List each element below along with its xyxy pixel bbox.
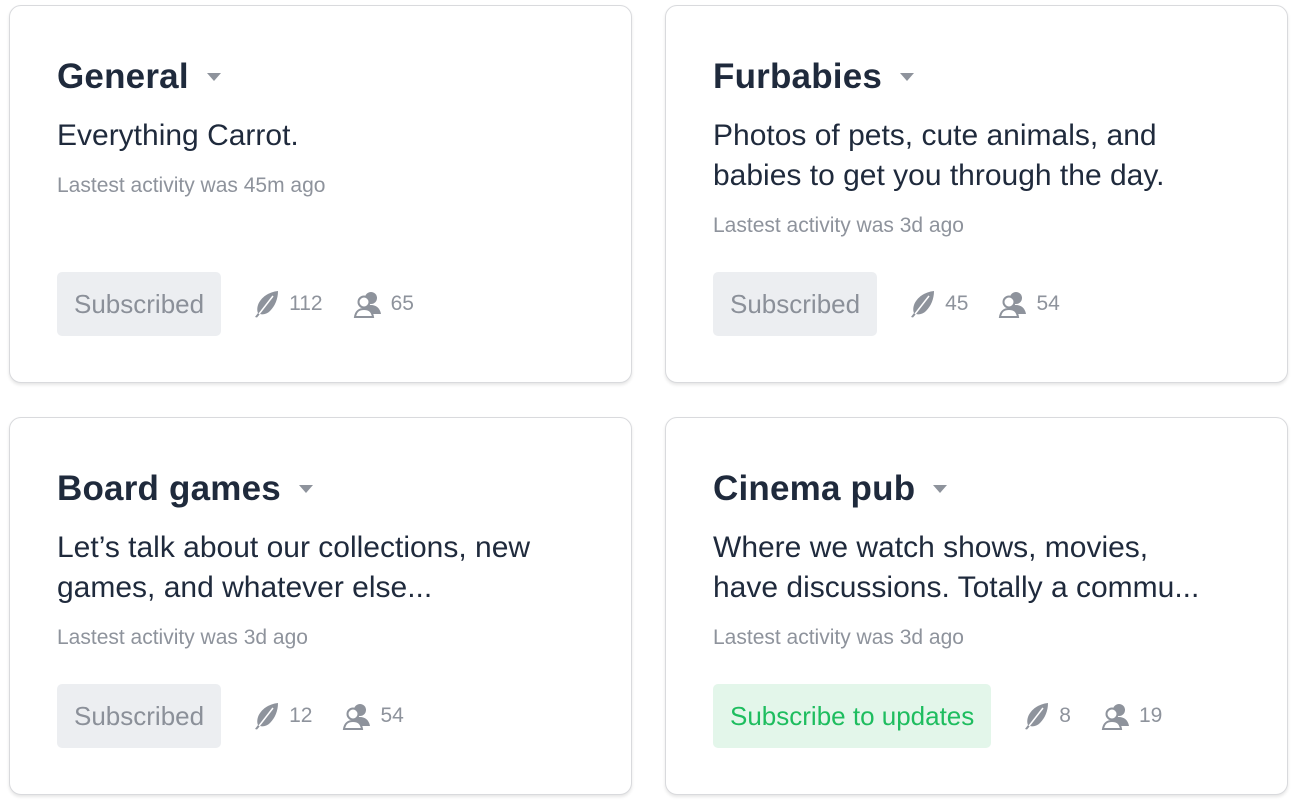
board-title[interactable]: Cinema pub [713, 469, 915, 509]
subscribe-to-updates-button[interactable]: Subscribe to updates [713, 684, 992, 748]
description-line: Everything Carrot. [57, 119, 299, 152]
board-card-cinema-pub[interactable]: Cinema pub Where we watch shows, movies,… [665, 417, 1288, 795]
caret-down-icon[interactable] [206, 73, 221, 81]
board-description: Let’s talk about our collections, new ga… [57, 528, 597, 608]
subscribed-button[interactable]: Subscribed [713, 272, 878, 336]
description-line: babies to get you through the day. [713, 159, 1165, 192]
board-footer: Subscribed 45 54 [713, 272, 1060, 336]
posts-number: 8 [1059, 704, 1071, 727]
description-line: Photos of pets, cute animals, and [713, 119, 1157, 152]
description-line: have discussions. Totally a commu... [713, 571, 1200, 604]
description-line: Let’s talk about our collections, new [57, 531, 531, 564]
feather-icon [255, 291, 279, 318]
users-icon [353, 292, 381, 318]
subscribed-button[interactable]: Subscribed [57, 272, 222, 336]
caret-down-icon[interactable] [933, 485, 948, 493]
description-line: Where we watch shows, movies, [713, 531, 1149, 564]
board-card-general[interactable]: General Everything Carrot. Lastest activ… [9, 5, 632, 383]
latest-activity: Lastest activity was 3d ago [57, 626, 308, 649]
latest-activity: Lastest activity was 3d ago [713, 626, 964, 649]
board-description: Where we watch shows, movies, have discu… [713, 528, 1253, 608]
feather-icon [1025, 703, 1049, 730]
board-title[interactable]: General [57, 57, 189, 97]
posts-number: 12 [289, 704, 313, 727]
posts-number: 112 [289, 292, 323, 315]
board-card-board-games[interactable]: Board games Let’s talk about our collect… [9, 417, 632, 795]
members-count: 65 [353, 289, 414, 319]
members-number: 65 [390, 292, 414, 315]
posts-number: 45 [945, 292, 969, 315]
posts-count: 12 [251, 701, 312, 731]
board-title-row: General [57, 56, 221, 98]
board-grid: General Everything Carrot. Lastest activ… [0, 0, 1296, 808]
posts-count: 112 [251, 289, 323, 319]
caret-down-icon[interactable] [900, 73, 915, 81]
latest-activity: Lastest activity was 45m ago [57, 174, 326, 197]
feather-icon [255, 703, 279, 730]
board-title[interactable]: Furbabies [713, 57, 882, 97]
caret-down-icon[interactable] [298, 485, 313, 493]
users-icon [343, 704, 371, 730]
board-footer: Subscribed 12 54 [57, 684, 404, 748]
feather-icon [911, 291, 935, 318]
members-number: 19 [1138, 704, 1163, 727]
members-count: 54 [342, 701, 404, 731]
board-title[interactable]: Board games [57, 469, 281, 509]
members-number: 54 [380, 704, 404, 727]
posts-count: 45 [907, 289, 968, 319]
board-footer: Subscribed 112 65 [57, 272, 414, 336]
members-number: 54 [1036, 292, 1060, 315]
board-description: Photos of pets, cute animals, and babies… [713, 116, 1253, 196]
description-line: games, and whatever else... [57, 571, 433, 604]
board-card-furbabies[interactable]: Furbabies Photos of pets, cute animals, … [665, 5, 1288, 383]
latest-activity: Lastest activity was 3d ago [713, 214, 964, 237]
users-icon [1101, 704, 1129, 730]
users-icon [999, 292, 1027, 318]
board-title-row: Board games [57, 468, 313, 510]
subscribed-button[interactable]: Subscribed [57, 684, 222, 748]
board-footer: Subscribe to updates 8 19 [713, 684, 1162, 748]
board-description: Everything Carrot. [57, 116, 597, 156]
board-title-row: Cinema pub [713, 468, 948, 510]
members-count: 54 [998, 289, 1060, 319]
board-title-row: Furbabies [713, 56, 915, 98]
members-count: 19 [1101, 701, 1162, 731]
posts-count: 8 [1021, 701, 1071, 731]
